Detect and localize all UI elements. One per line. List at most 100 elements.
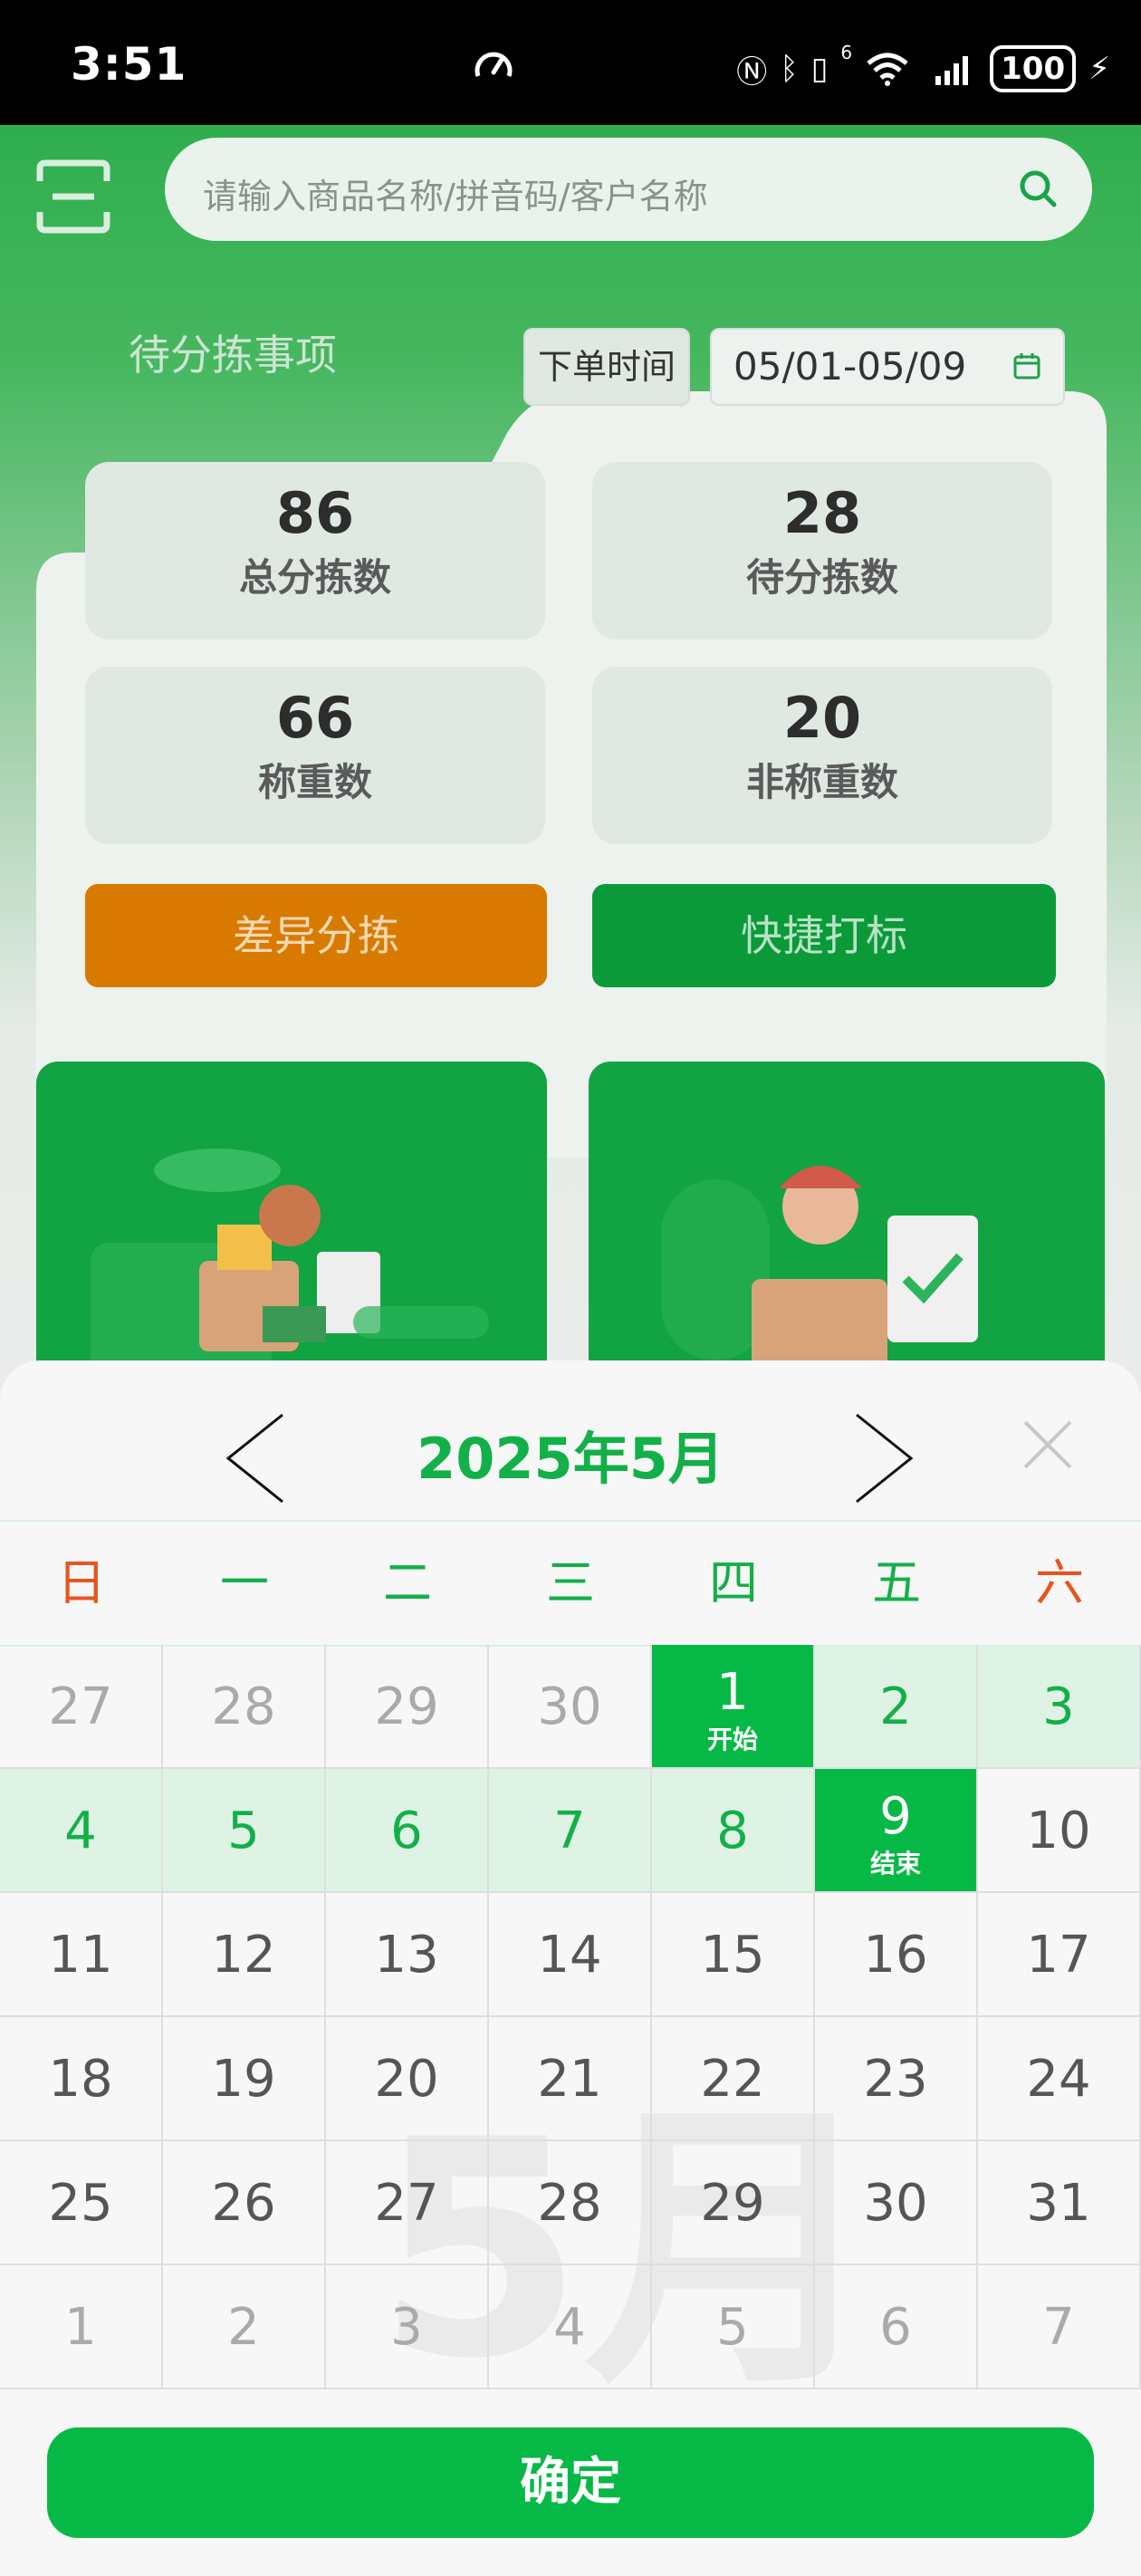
weekday-thu: 四 xyxy=(709,1554,758,1611)
calendar-day[interactable]: 21 xyxy=(489,2017,652,2141)
day-number: 1 xyxy=(716,1663,749,1722)
search-input[interactable]: 请输入商品名称/拼音码/客户名称 xyxy=(203,168,708,218)
calendar-day[interactable]: 23 xyxy=(815,2017,978,2141)
pending-tab-title[interactable]: 待分拣事项 xyxy=(129,322,337,382)
weekday-sat: 六 xyxy=(1035,1554,1084,1611)
day-number: 6 xyxy=(390,1802,423,1860)
calendar-day[interactable]: 31 xyxy=(978,2141,1141,2265)
calendar-day[interactable]: 18 xyxy=(0,2017,163,2141)
calendar-day[interactable]: 4 xyxy=(489,2265,652,2389)
weekday-header: 日 一 二 三 四 五 六 xyxy=(0,1520,1141,1647)
day-number: 7 xyxy=(1042,2298,1075,2357)
day-number: 24 xyxy=(1026,2050,1091,2109)
calendar-day[interactable]: 29 xyxy=(326,1645,489,1769)
sorting-home: 请输入商品名称/拼音码/客户名称 待分拣事项 下单时间 05/01-05/09 … xyxy=(0,125,1141,1424)
calendar-day[interactable]: 3 xyxy=(978,1645,1141,1769)
calendar-day[interactable]: 2 xyxy=(163,2265,326,2389)
quick-label-button[interactable]: 快捷打标 xyxy=(592,884,1056,987)
calendar-day[interactable]: 22 xyxy=(652,2017,815,2141)
day-number: 13 xyxy=(374,1926,439,1985)
day-number: 5 xyxy=(227,1802,260,1860)
day-number: 25 xyxy=(48,2174,113,2233)
date-range-picker[interactable]: 05/01-05/09 xyxy=(710,328,1065,406)
date-range-value: 05/01-05/09 xyxy=(734,344,967,389)
stat-pending-sorting[interactable]: 28 待分拣数 xyxy=(592,462,1052,639)
range-start-tag: 开始 xyxy=(706,1725,758,1754)
diff-sorting-button[interactable]: 差异分拣 xyxy=(85,884,547,987)
calendar-day[interactable]: 10 xyxy=(978,1769,1141,1893)
day-number: 10 xyxy=(1026,1802,1091,1860)
stat-weighed[interactable]: 66 称重数 xyxy=(85,667,545,844)
day-number: 27 xyxy=(48,1677,113,1736)
day-number: 6 xyxy=(879,2298,912,2357)
calendar-day[interactable]: 27 xyxy=(326,2141,489,2265)
day-number: 3 xyxy=(1042,1677,1075,1736)
close-icon[interactable] xyxy=(1021,1418,1074,1471)
search-icon[interactable] xyxy=(1016,167,1060,210)
calendar-day[interactable]: 15 xyxy=(652,1893,815,2017)
day-number: 4 xyxy=(64,1802,97,1860)
weekday-fri: 五 xyxy=(872,1554,921,1611)
calendar-day[interactable]: 30 xyxy=(815,2141,978,2265)
day-number: 7 xyxy=(553,1802,586,1860)
calendar-day[interactable]: 30 xyxy=(489,1645,652,1769)
stat-non-weighed[interactable]: 20 非称重数 xyxy=(592,667,1052,844)
network-badge: 6 xyxy=(840,42,853,63)
day-number: 28 xyxy=(537,2174,602,2233)
stat-total-sorting[interactable]: 86 总分拣数 xyxy=(85,462,545,639)
day-number: 8 xyxy=(716,1802,749,1860)
day-number: 2 xyxy=(879,1677,912,1736)
battery-indicator: 100 xyxy=(990,45,1077,92)
calendar-day[interactable]: 4 xyxy=(0,1769,163,1893)
day-number: 20 xyxy=(374,2050,439,2109)
signal-icon xyxy=(935,56,969,85)
calendar-day[interactable]: 1 xyxy=(0,2265,163,2389)
calendar-day[interactable]: 11 xyxy=(0,1893,163,2017)
day-number: 19 xyxy=(211,2050,276,2109)
calendar-day[interactable]: 8 xyxy=(652,1769,815,1893)
calendar-day[interactable]: 1 开始 xyxy=(652,1645,815,1769)
calendar-day[interactable]: 25 xyxy=(0,2141,163,2265)
day-number: 9 xyxy=(879,1787,912,1846)
confirm-button[interactable]: 确定 xyxy=(47,2427,1094,2538)
calendar-day[interactable]: 24 xyxy=(978,2017,1141,2141)
calendar-day[interactable]: 19 xyxy=(163,2017,326,2141)
calendar-day[interactable]: 9 结束 xyxy=(815,1769,978,1893)
calendar-day[interactable]: 13 xyxy=(326,1893,489,2017)
scan-icon[interactable] xyxy=(34,158,112,235)
status-bar: 3:51 Ⓝ ᛒ ▯ 6 100 ⚡ xyxy=(0,0,1141,125)
stat-value: 66 xyxy=(275,685,355,751)
search-bar[interactable]: 请输入商品名称/拼音码/客户名称 xyxy=(165,138,1092,241)
calendar-day[interactable]: 16 xyxy=(815,1893,978,2017)
calendar-day[interactable]: 14 xyxy=(489,1893,652,2017)
calendar-day[interactable]: 26 xyxy=(163,2141,326,2265)
calendar-day[interactable]: 6 xyxy=(815,2265,978,2389)
day-number: 31 xyxy=(1026,2174,1091,2233)
calendar-day[interactable]: 20 xyxy=(326,2017,489,2141)
date-picker-sheet: 2025年5月 日 一 二 三 四 五 六 5月 27 28 29 30 1 开始 2 3 4 5… xyxy=(0,1360,1141,2576)
calendar-grid: 5月 27 28 29 30 1 开始 2 3 4 5 6 7 8 9 结束 10 11 12 13 14 15 16 17… xyxy=(0,1645,1141,2424)
calendar-day[interactable]: 29 xyxy=(652,2141,815,2265)
calendar-day[interactable]: 28 xyxy=(489,2141,652,2265)
calendar-day[interactable]: 7 xyxy=(489,1769,652,1893)
calendar-day[interactable]: 2 xyxy=(815,1645,978,1769)
next-month-button[interactable] xyxy=(851,1411,916,1505)
stat-label: 待分拣数 xyxy=(745,555,898,600)
calendar-day[interactable]: 27 xyxy=(0,1645,163,1769)
bluetooth-icon: ᛒ xyxy=(780,51,799,87)
speedometer-icon xyxy=(475,52,513,77)
calendar-day[interactable]: 17 xyxy=(978,1893,1141,2017)
calendar-day[interactable]: 12 xyxy=(163,1893,326,2017)
calendar-day[interactable]: 3 xyxy=(326,2265,489,2389)
day-number: 18 xyxy=(48,2050,113,2109)
calendar-day[interactable]: 5 xyxy=(652,2265,815,2389)
calendar-day[interactable]: 28 xyxy=(163,1645,326,1769)
prev-month-button[interactable] xyxy=(223,1411,288,1505)
calendar-day[interactable]: 7 xyxy=(978,2265,1141,2389)
calendar-day[interactable]: 5 xyxy=(163,1769,326,1893)
calendar-month-title: 2025年5月 xyxy=(417,1426,724,1492)
stat-value: 28 xyxy=(782,480,862,546)
calendar-day[interactable]: 6 xyxy=(326,1769,489,1893)
day-number: 3 xyxy=(390,2298,423,2357)
day-number: 26 xyxy=(211,2174,276,2233)
